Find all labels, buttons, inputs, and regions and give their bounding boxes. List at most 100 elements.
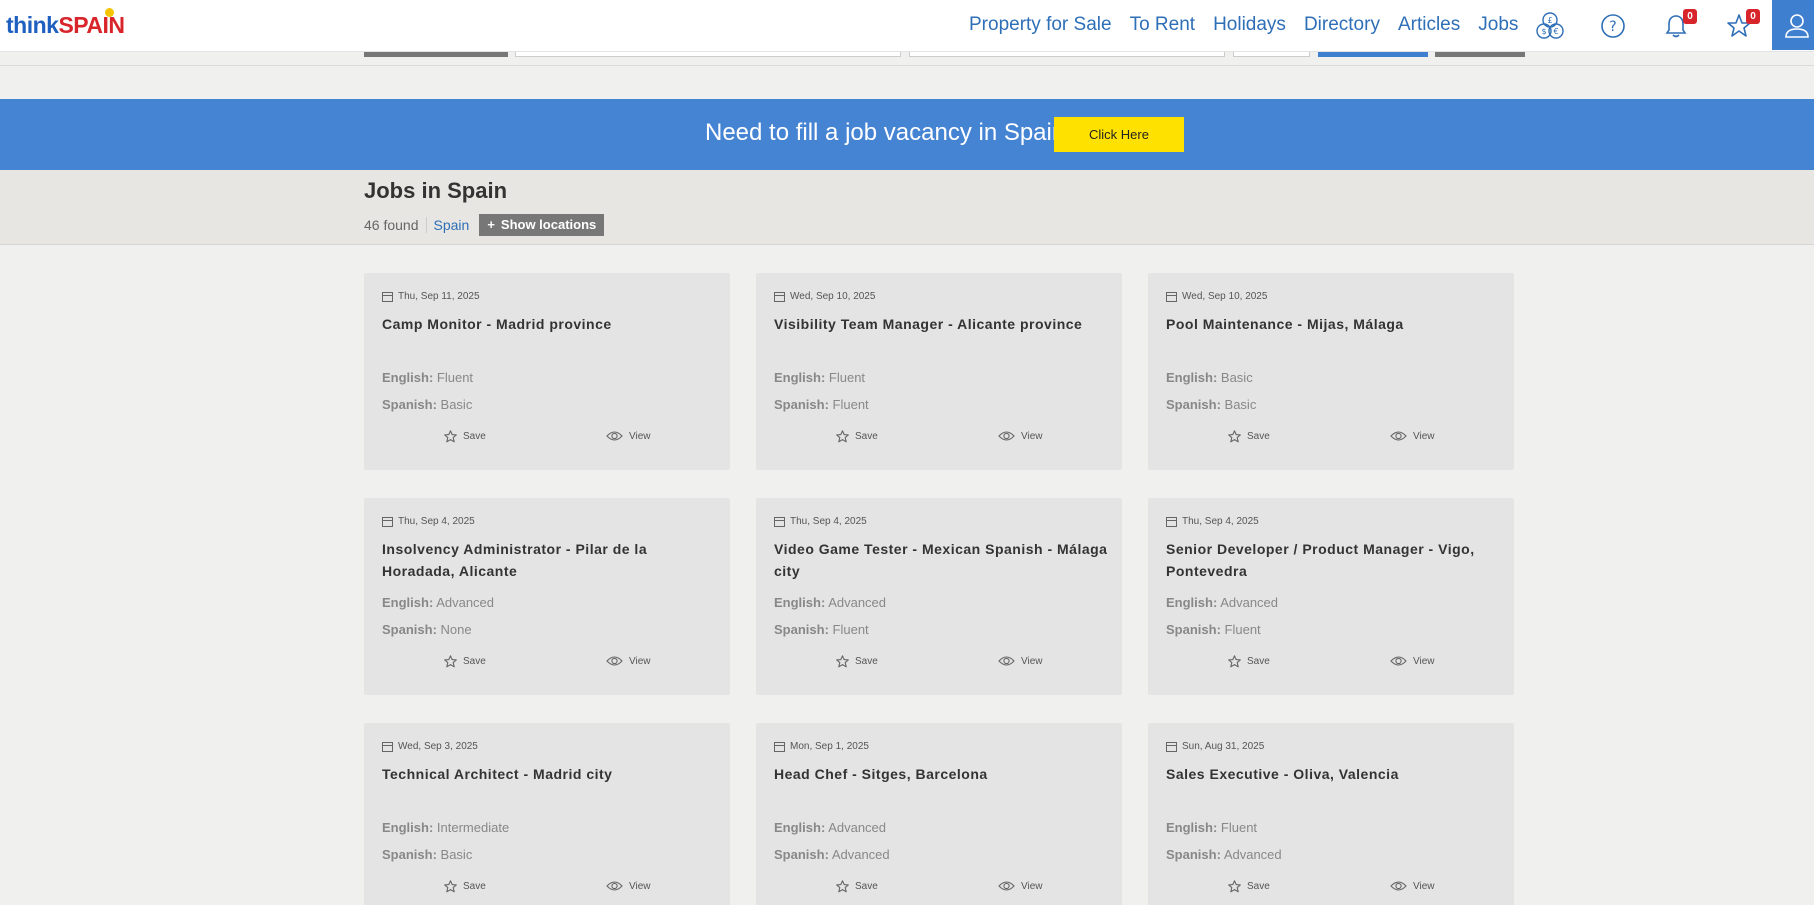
search-location-input[interactable] (909, 52, 1225, 57)
spanish-level-value: Fluent (1224, 622, 1261, 637)
view-label: View (629, 655, 651, 667)
nav-to-rent[interactable]: To Rent (1130, 14, 1195, 36)
view-label: View (1021, 655, 1043, 667)
job-card[interactable]: Thu, Sep 4, 2025 Video Game Tester - Mexi… (756, 498, 1122, 695)
eye-icon (1390, 880, 1413, 892)
favourites-star-icon[interactable]: 0 (1724, 9, 1760, 41)
view-button[interactable]: View (998, 430, 1043, 442)
job-date-text: Wed, Sep 10, 2025 (790, 291, 876, 302)
nav-holidays[interactable]: Holidays (1213, 14, 1286, 36)
view-button[interactable]: View (606, 430, 651, 442)
region-link-spain[interactable]: Spain (434, 217, 470, 233)
job-title[interactable]: Sales Executive - Oliva, Valencia (1166, 763, 1501, 785)
save-button[interactable]: Save (444, 880, 486, 893)
job-date-text: Thu, Sep 4, 2025 (398, 516, 475, 527)
logo-think-text: think (6, 12, 59, 38)
job-date: Thu, Sep 4, 2025 (774, 516, 867, 527)
job-date: Thu, Sep 11, 2025 (382, 291, 480, 302)
star-icon (1228, 880, 1247, 893)
save-label: Save (855, 881, 878, 892)
spanish-label: Spanish: (1166, 847, 1221, 862)
job-card[interactable]: Wed, Sep 3, 2025 Technical Architect - Ma… (364, 723, 730, 905)
save-button[interactable]: Save (1228, 880, 1270, 893)
spanish-level: Spanish: Basic (1166, 397, 1256, 412)
account-button[interactable] (1772, 0, 1814, 50)
site-logo[interactable]: thinkSPAIN (6, 8, 125, 39)
job-date-text: Wed, Sep 10, 2025 (1182, 291, 1268, 302)
view-button[interactable]: View (1390, 430, 1435, 442)
search-radius-select[interactable] (1233, 52, 1310, 57)
view-button[interactable]: View (998, 880, 1043, 892)
save-button[interactable]: Save (1228, 655, 1270, 668)
save-button[interactable]: Save (444, 655, 486, 668)
english-level-value: Basic (1220, 370, 1253, 385)
search-bar-strip (0, 52, 1814, 66)
view-button[interactable]: View (1390, 655, 1435, 667)
star-icon (1228, 655, 1247, 668)
job-card[interactable]: Wed, Sep 10, 2025 Visibility Team Manager… (756, 273, 1122, 470)
eye-icon (606, 655, 629, 667)
spanish-label: Spanish: (382, 397, 437, 412)
save-button[interactable]: Save (444, 430, 486, 443)
help-icon[interactable]: ? (1598, 11, 1628, 41)
spanish-level: Spanish: Advanced (1166, 847, 1282, 862)
currency-icon[interactable]: £ $ € (1535, 11, 1565, 41)
job-card[interactable]: Wed, Sep 10, 2025 Pool Maintenance - Mija… (1148, 273, 1514, 470)
spanish-label: Spanish: (774, 397, 829, 412)
nav-articles[interactable]: Articles (1398, 14, 1460, 36)
calendar-icon (382, 741, 393, 752)
job-title[interactable]: Pool Maintenance - Mijas, Málaga (1166, 313, 1501, 335)
english-label: English: (1166, 370, 1218, 385)
save-button[interactable]: Save (1228, 430, 1270, 443)
save-label: Save (1247, 656, 1270, 667)
job-title[interactable]: Insolvency Administrator - Pilar de la H… (382, 538, 717, 582)
view-button[interactable]: View (998, 655, 1043, 667)
view-button[interactable]: View (606, 880, 651, 892)
results-meta: 46 found Spain + Show locations (364, 214, 605, 236)
job-date: Wed, Sep 10, 2025 (774, 291, 875, 302)
logo-spain-text: SPAIN (58, 12, 125, 38)
spanish-label: Spanish: (774, 847, 829, 862)
job-card[interactable]: Thu, Sep 4, 2025 Insolvency Administrator… (364, 498, 730, 695)
english-level: English: Advanced (774, 820, 886, 835)
nav-jobs[interactable]: Jobs (1478, 14, 1518, 36)
view-button[interactable]: View (606, 655, 651, 667)
job-vacancy-banner: Need to fill a job vacancy in Spain? Cli… (0, 99, 1814, 170)
spanish-level-value: None (440, 622, 472, 637)
view-button[interactable]: View (1390, 880, 1435, 892)
spanish-level: Spanish: None (382, 622, 472, 637)
english-label: English: (774, 820, 826, 835)
job-card[interactable]: Thu, Sep 4, 2025 Senior Developer / Produ… (1148, 498, 1514, 695)
site-header: thinkSPAIN Property for Sale To Rent Hol… (0, 0, 1814, 52)
svg-text:£: £ (1547, 16, 1552, 25)
nav-property-for-sale[interactable]: Property for Sale (969, 14, 1112, 36)
save-button[interactable]: Save (836, 655, 878, 668)
job-title[interactable]: Senior Developer / Product Manager - Vig… (1166, 538, 1501, 582)
english-label: English: (382, 820, 434, 835)
eye-icon (606, 880, 629, 892)
save-label: Save (463, 431, 486, 442)
search-keyword-input[interactable] (515, 52, 901, 57)
job-card[interactable]: Mon, Sep 1, 2025 Head Chef - Sitges, Barc… (756, 723, 1122, 905)
job-title[interactable]: Camp Monitor - Madrid province (382, 313, 717, 335)
save-button[interactable]: Save (836, 430, 878, 443)
show-locations-button[interactable]: + Show locations (479, 214, 605, 236)
page-title: Jobs in Spain (364, 178, 508, 203)
job-title[interactable]: Video Game Tester - Mexican Spanish - Má… (774, 538, 1109, 582)
save-button[interactable]: Save (836, 880, 878, 893)
job-title[interactable]: Technical Architect - Madrid city (382, 763, 717, 785)
job-title[interactable]: Visibility Team Manager - Alicante provi… (774, 313, 1109, 335)
job-card[interactable]: Sun, Aug 31, 2025 Sales Executive - Oliva… (1148, 723, 1514, 905)
notifications-bell-icon[interactable]: 0 (1661, 9, 1697, 41)
job-card[interactable]: Thu, Sep 11, 2025 Camp Monitor - Madrid p… (364, 273, 730, 470)
search-reset-button[interactable] (1435, 52, 1525, 57)
nav-directory[interactable]: Directory (1304, 14, 1380, 36)
job-title[interactable]: Head Chef - Sitges, Barcelona (774, 763, 1109, 785)
calendar-icon (774, 741, 785, 752)
english-label: English: (774, 370, 826, 385)
search-button[interactable] (1318, 52, 1428, 57)
english-label: English: (774, 595, 826, 610)
banner-click-here-button[interactable]: Click Here (1054, 117, 1184, 152)
search-category-select[interactable] (364, 52, 508, 57)
job-date: Sun, Aug 31, 2025 (1166, 741, 1264, 752)
